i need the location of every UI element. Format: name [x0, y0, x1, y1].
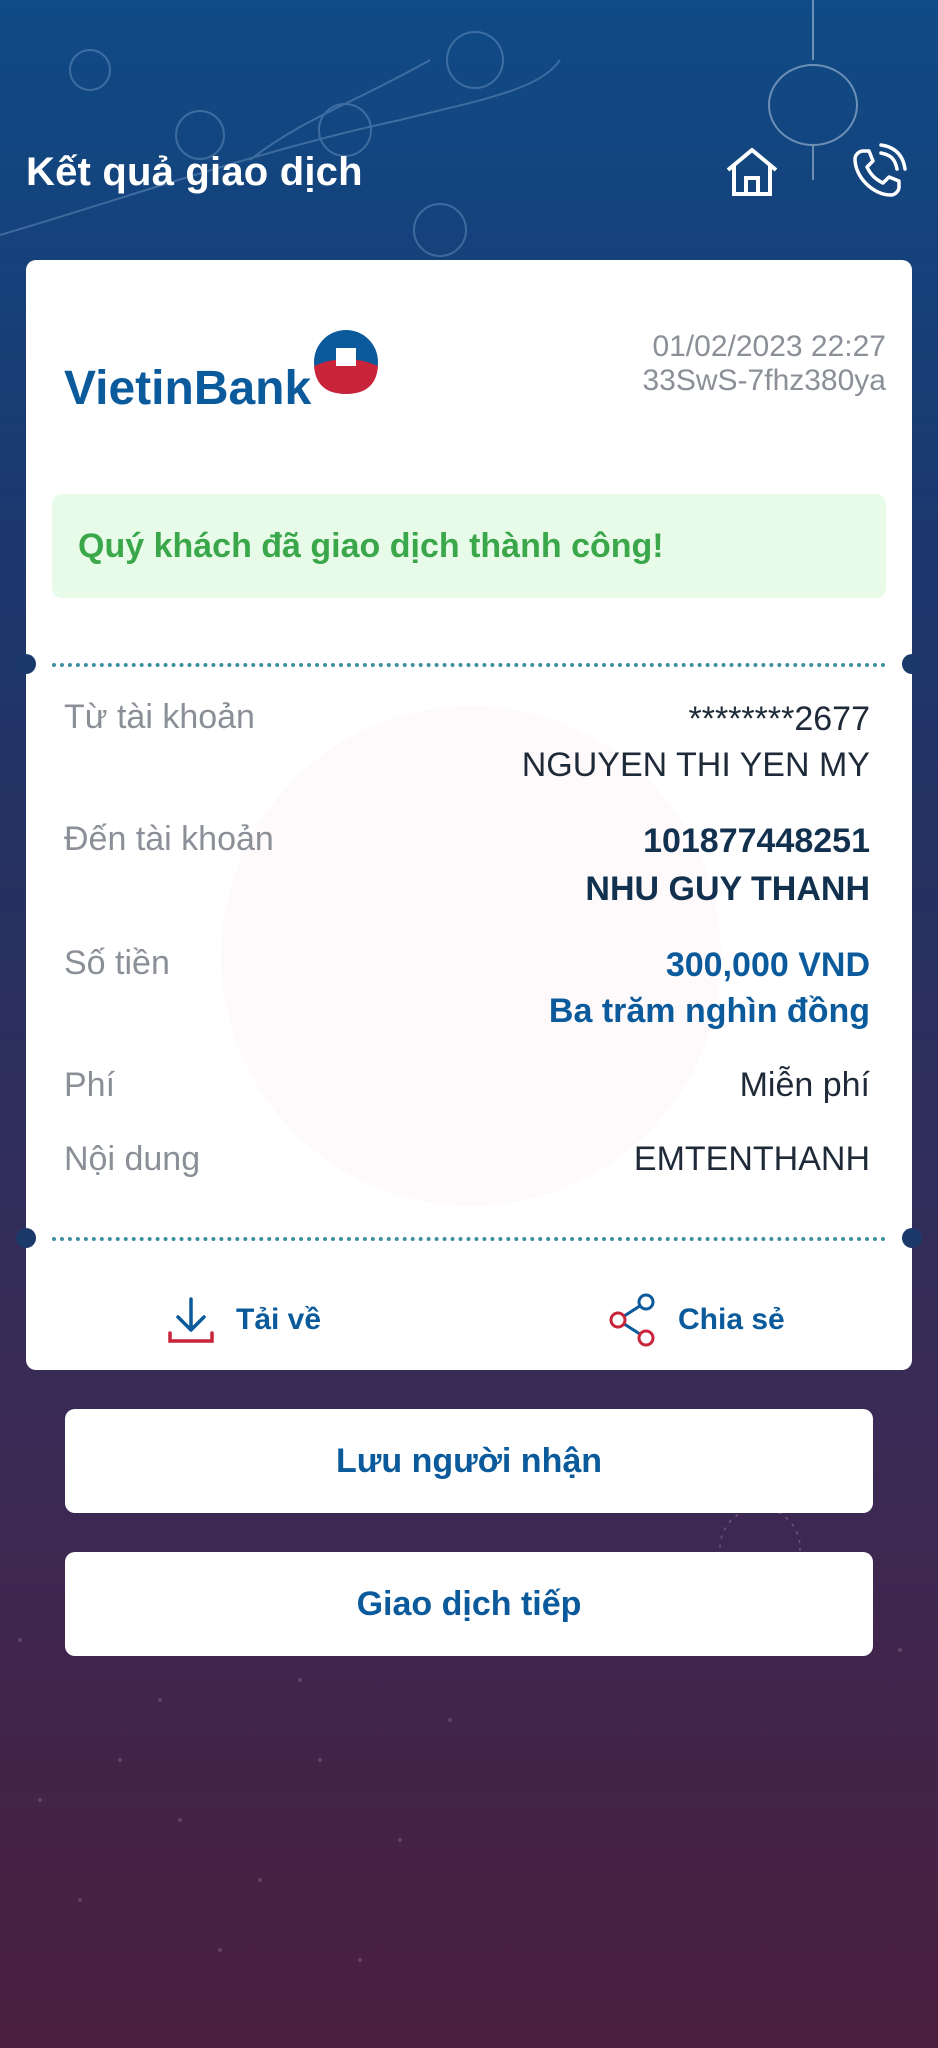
content-label: Nội dung: [64, 1140, 201, 1178]
save-recipient-button[interactable]: Lưu người nhận: [65, 1409, 873, 1513]
share-button[interactable]: Chia sẻ: [606, 1280, 785, 1360]
fee-label: Phí: [64, 1066, 116, 1104]
phone-call-icon: [853, 143, 907, 197]
download-button[interactable]: Tải về: [166, 1280, 321, 1360]
vietinbank-logo: VietinBank: [64, 330, 378, 412]
to-account-label: Đến tài khoản: [64, 820, 274, 858]
receipt-actions: Tải về Chia sẻ: [26, 1280, 912, 1360]
to-account-number: 101877448251: [643, 822, 870, 860]
home-button[interactable]: [720, 140, 784, 204]
top-separator: [16, 654, 922, 674]
success-message: Quý khách đã giao dịch thành công!: [78, 526, 664, 565]
share-icon: [609, 1293, 655, 1347]
svg-text:VietinBank: VietinBank: [64, 362, 312, 412]
amount-in-words: Ba trăm nghìn đồng: [548, 992, 870, 1030]
share-label: Chia sẻ: [678, 1303, 785, 1336]
from-account-label: Từ tài khoản: [64, 698, 255, 736]
to-account-name: NHU GUY THANH: [585, 870, 870, 908]
page-title: Kết quả giao dịch: [26, 150, 363, 194]
download-icon: [168, 1297, 214, 1343]
transaction-meta: 01/02/2023 22:27 33SwS-7fhz380ya: [643, 330, 887, 398]
success-banner: Quý khách đã giao dịch thành công!: [52, 494, 886, 598]
continue-transaction-button[interactable]: Giao dịch tiếp: [65, 1552, 873, 1656]
call-button[interactable]: [846, 140, 910, 204]
from-account-number: ********2677: [688, 700, 871, 738]
header: Kết quả giao dịch: [0, 0, 938, 260]
transaction-ref: 33SwS-7fhz380ya: [642, 364, 887, 397]
receipt-card: VietinBank 01/02/2023 22:27 33SwS-7fhz38…: [16, 260, 922, 1370]
content-value: EMTENTHANH: [633, 1140, 870, 1178]
from-account-name: NGUYEN THI YEN MY: [521, 746, 870, 784]
transaction-datetime: 01/02/2023 22:27: [652, 330, 886, 363]
bottom-separator: [16, 1228, 922, 1248]
download-label: Tải về: [236, 1303, 322, 1336]
home-icon: [726, 148, 778, 196]
amount-label: Số tiền: [64, 944, 170, 982]
amount-value: 300,000 VND: [665, 946, 870, 984]
fee-value: Miễn phí: [739, 1066, 870, 1104]
